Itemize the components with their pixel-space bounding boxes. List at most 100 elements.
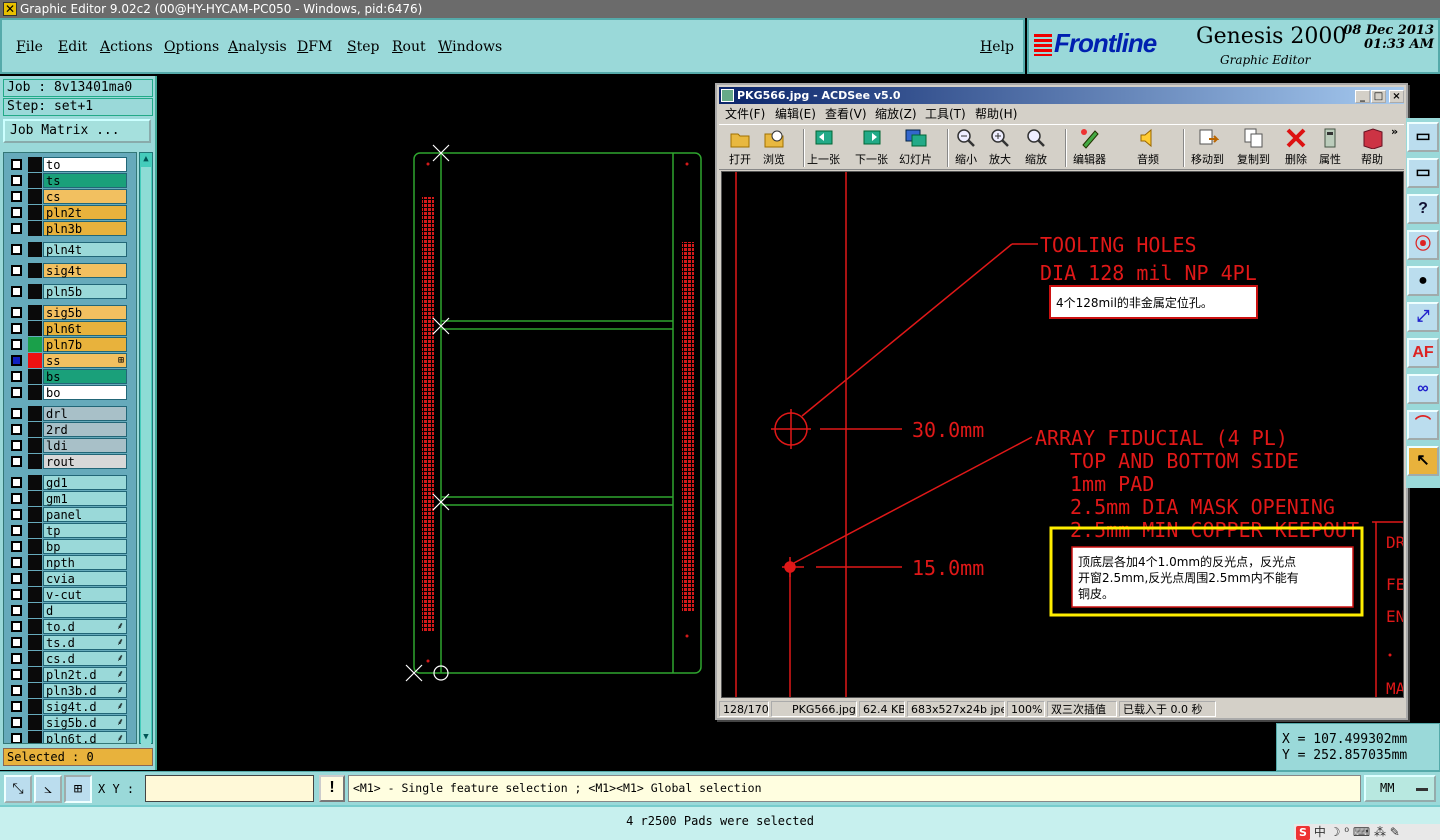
layer-name[interactable]: d: [43, 603, 127, 618]
layer-color-swatch[interactable]: [28, 475, 42, 490]
layer-checkbox[interactable]: [11, 159, 22, 170]
layer-row[interactable]: sig5b: [7, 305, 127, 320]
layer-checkbox[interactable]: [11, 589, 22, 600]
layer-row[interactable]: to: [7, 157, 127, 172]
layer-row[interactable]: cs.d ⸙: [7, 651, 127, 666]
layer-name[interactable]: ts.d ⸙: [43, 635, 127, 650]
scroll-up-icon[interactable]: ▲: [141, 154, 151, 164]
link-icon[interactable]: ∞: [1407, 374, 1439, 404]
menu-actions[interactable]: Actions: [100, 39, 153, 55]
layer-color-swatch[interactable]: [28, 337, 42, 352]
layer-name[interactable]: cvia: [43, 571, 127, 586]
toolbar-more-icon[interactable]: »: [1391, 125, 1398, 138]
layer-row[interactable]: v-cut: [7, 587, 127, 602]
layer-checkbox[interactable]: [11, 493, 22, 504]
layer-checkbox[interactable]: [11, 477, 22, 488]
help-icon[interactable]: ?: [1407, 194, 1439, 224]
layer-color-swatch[interactable]: [28, 305, 42, 320]
layer-name[interactable]: npth: [43, 555, 127, 570]
layer-color-swatch[interactable]: [28, 603, 42, 618]
layer-name[interactable]: gm1: [43, 491, 127, 506]
layer-color-swatch[interactable]: [28, 667, 42, 682]
measure-icon[interactable]: ⦣: [34, 775, 62, 803]
menu-edit[interactable]: Edit: [58, 39, 87, 55]
layer-color-swatch[interactable]: [28, 555, 42, 570]
layer-color-swatch[interactable]: [28, 263, 42, 278]
layer-row[interactable]: 2rd: [7, 422, 127, 437]
layer-name[interactable]: tp: [43, 523, 127, 538]
scroll-down-icon[interactable]: ▼: [141, 732, 151, 742]
prev-button[interactable]: 上一张: [807, 127, 840, 167]
browse-button[interactable]: 浏览: [763, 127, 785, 167]
menu-rout[interactable]: Rout: [392, 39, 426, 55]
layer-row[interactable]: rout: [7, 454, 127, 469]
layer-name[interactable]: ldi: [43, 438, 127, 453]
scroll-thumb[interactable]: [141, 167, 151, 747]
layer-name[interactable]: rout: [43, 454, 127, 469]
help-button[interactable]: 帮助: [1361, 127, 1383, 167]
layer-color-swatch[interactable]: [28, 205, 42, 220]
layer-color-swatch[interactable]: [28, 189, 42, 204]
layer-checkbox[interactable]: [11, 541, 22, 552]
layer-row[interactable]: pln6t.d ⸙: [7, 731, 127, 743]
layer-color-swatch[interactable]: [28, 406, 42, 421]
layer-checkbox[interactable]: [11, 669, 22, 680]
layer-checkbox[interactable]: [11, 573, 22, 584]
ime-tray[interactable]: S 中 ☽ ⁰ ⌨ ⁂ ✎: [1294, 824, 1440, 840]
layer-name[interactable]: panel: [43, 507, 127, 522]
layer-checkbox[interactable]: [11, 621, 22, 632]
layer-name[interactable]: ss ⊞: [43, 353, 127, 368]
layer-row[interactable]: pln3b: [7, 221, 127, 236]
layer-color-swatch[interactable]: [28, 731, 42, 743]
job-matrix-button[interactable]: Job Matrix ...: [3, 119, 151, 143]
rect-outline-icon[interactable]: ▭: [1407, 122, 1439, 152]
cursor-icon[interactable]: ↖: [1407, 446, 1439, 476]
layer-color-swatch[interactable]: [28, 587, 42, 602]
layer-color-swatch[interactable]: [28, 321, 42, 336]
xy-input[interactable]: [145, 775, 314, 802]
layer-color-swatch[interactable]: [28, 221, 42, 236]
acd-menu-zoom[interactable]: 缩放(Z): [875, 105, 917, 123]
layer-row[interactable]: sig5b.d ⸙: [7, 715, 127, 730]
layer-row[interactable]: pln4t: [7, 242, 127, 257]
layer-row[interactable]: gd1: [7, 475, 127, 490]
layer-color-swatch[interactable]: [28, 699, 42, 714]
layer-checkbox[interactable]: [11, 701, 22, 712]
layer-color-swatch[interactable]: [28, 242, 42, 257]
layer-name[interactable]: bo: [43, 385, 127, 400]
layer-checkbox[interactable]: [11, 207, 22, 218]
layer-row[interactable]: pln2t.d ⸙: [7, 667, 127, 682]
layer-row[interactable]: npth: [7, 555, 127, 570]
zoom-out-button[interactable]: 缩小: [955, 127, 977, 167]
layer-checkbox[interactable]: [11, 525, 22, 536]
layer-name[interactable]: sig5b: [43, 305, 127, 320]
layer-checkbox[interactable]: [11, 191, 22, 202]
layer-row[interactable]: bo: [7, 385, 127, 400]
layer-color-swatch[interactable]: [28, 157, 42, 172]
open-button[interactable]: 打开: [729, 127, 751, 167]
layer-color-swatch[interactable]: [28, 715, 42, 730]
layer-name[interactable]: to.d ⸙: [43, 619, 127, 634]
layer-color-swatch[interactable]: [28, 491, 42, 506]
menu-options[interactable]: Options: [164, 39, 219, 55]
layer-row[interactable]: sig4t: [7, 263, 127, 278]
af-icon[interactable]: AF: [1407, 338, 1439, 368]
layer-name[interactable]: pln2t.d ⸙: [43, 667, 127, 682]
zoom-in-button[interactable]: 放大: [989, 127, 1011, 167]
layer-checkbox[interactable]: [11, 387, 22, 398]
acd-menu-help[interactable]: 帮助(H): [975, 105, 1017, 123]
layer-checkbox[interactable]: [11, 339, 22, 350]
layer-color-swatch[interactable]: [28, 438, 42, 453]
layer-color-swatch[interactable]: [28, 173, 42, 188]
delete-button[interactable]: 删除: [1285, 127, 1307, 167]
layer-row[interactable]: pln2t: [7, 205, 127, 220]
layer-row[interactable]: gm1: [7, 491, 127, 506]
layer-checkbox[interactable]: [11, 408, 22, 419]
layer-row[interactable]: ts.d ⸙: [7, 635, 127, 650]
layer-row[interactable]: pln3b.d ⸙: [7, 683, 127, 698]
image-viewport[interactable]: TOOLING HOLES DIA 128 mil NP 4PL 30.0mm …: [721, 171, 1404, 698]
layer-checkbox[interactable]: [11, 244, 22, 255]
layer-name[interactable]: bp: [43, 539, 127, 554]
copy-to-button[interactable]: 复制到: [1237, 127, 1270, 167]
menu-step[interactable]: Step: [347, 39, 379, 55]
